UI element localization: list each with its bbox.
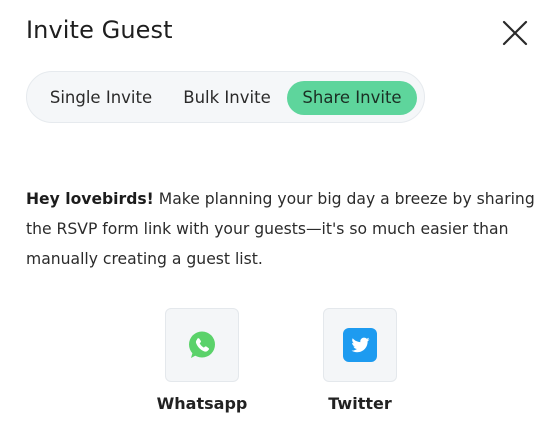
whatsapp-icon	[189, 331, 215, 358]
close-icon	[502, 20, 528, 46]
invite-type-tabs: Single Invite Bulk Invite Share Invite	[26, 71, 425, 123]
share-description: Hey lovebirds! Make planning your big da…	[26, 184, 536, 274]
invite-guest-modal: Invite Guest Single Invite Bulk Invite S…	[0, 0, 556, 430]
tab-share-invite[interactable]: Share Invite	[287, 81, 417, 115]
twitter-share-button[interactable]	[323, 308, 397, 382]
modal-title: Invite Guest	[26, 16, 173, 44]
whatsapp-label[interactable]: Whatsapp	[137, 394, 267, 413]
share-option-twitter: Twitter	[295, 308, 425, 413]
share-option-whatsapp: Whatsapp	[137, 308, 267, 413]
tab-single-invite[interactable]: Single Invite	[41, 81, 161, 115]
close-button[interactable]	[500, 18, 530, 48]
whatsapp-share-button[interactable]	[165, 308, 239, 382]
description-lead: Hey lovebirds!	[26, 190, 154, 208]
twitter-label[interactable]: Twitter	[295, 394, 425, 413]
twitter-icon	[343, 328, 377, 362]
tab-bulk-invite[interactable]: Bulk Invite	[173, 81, 281, 115]
